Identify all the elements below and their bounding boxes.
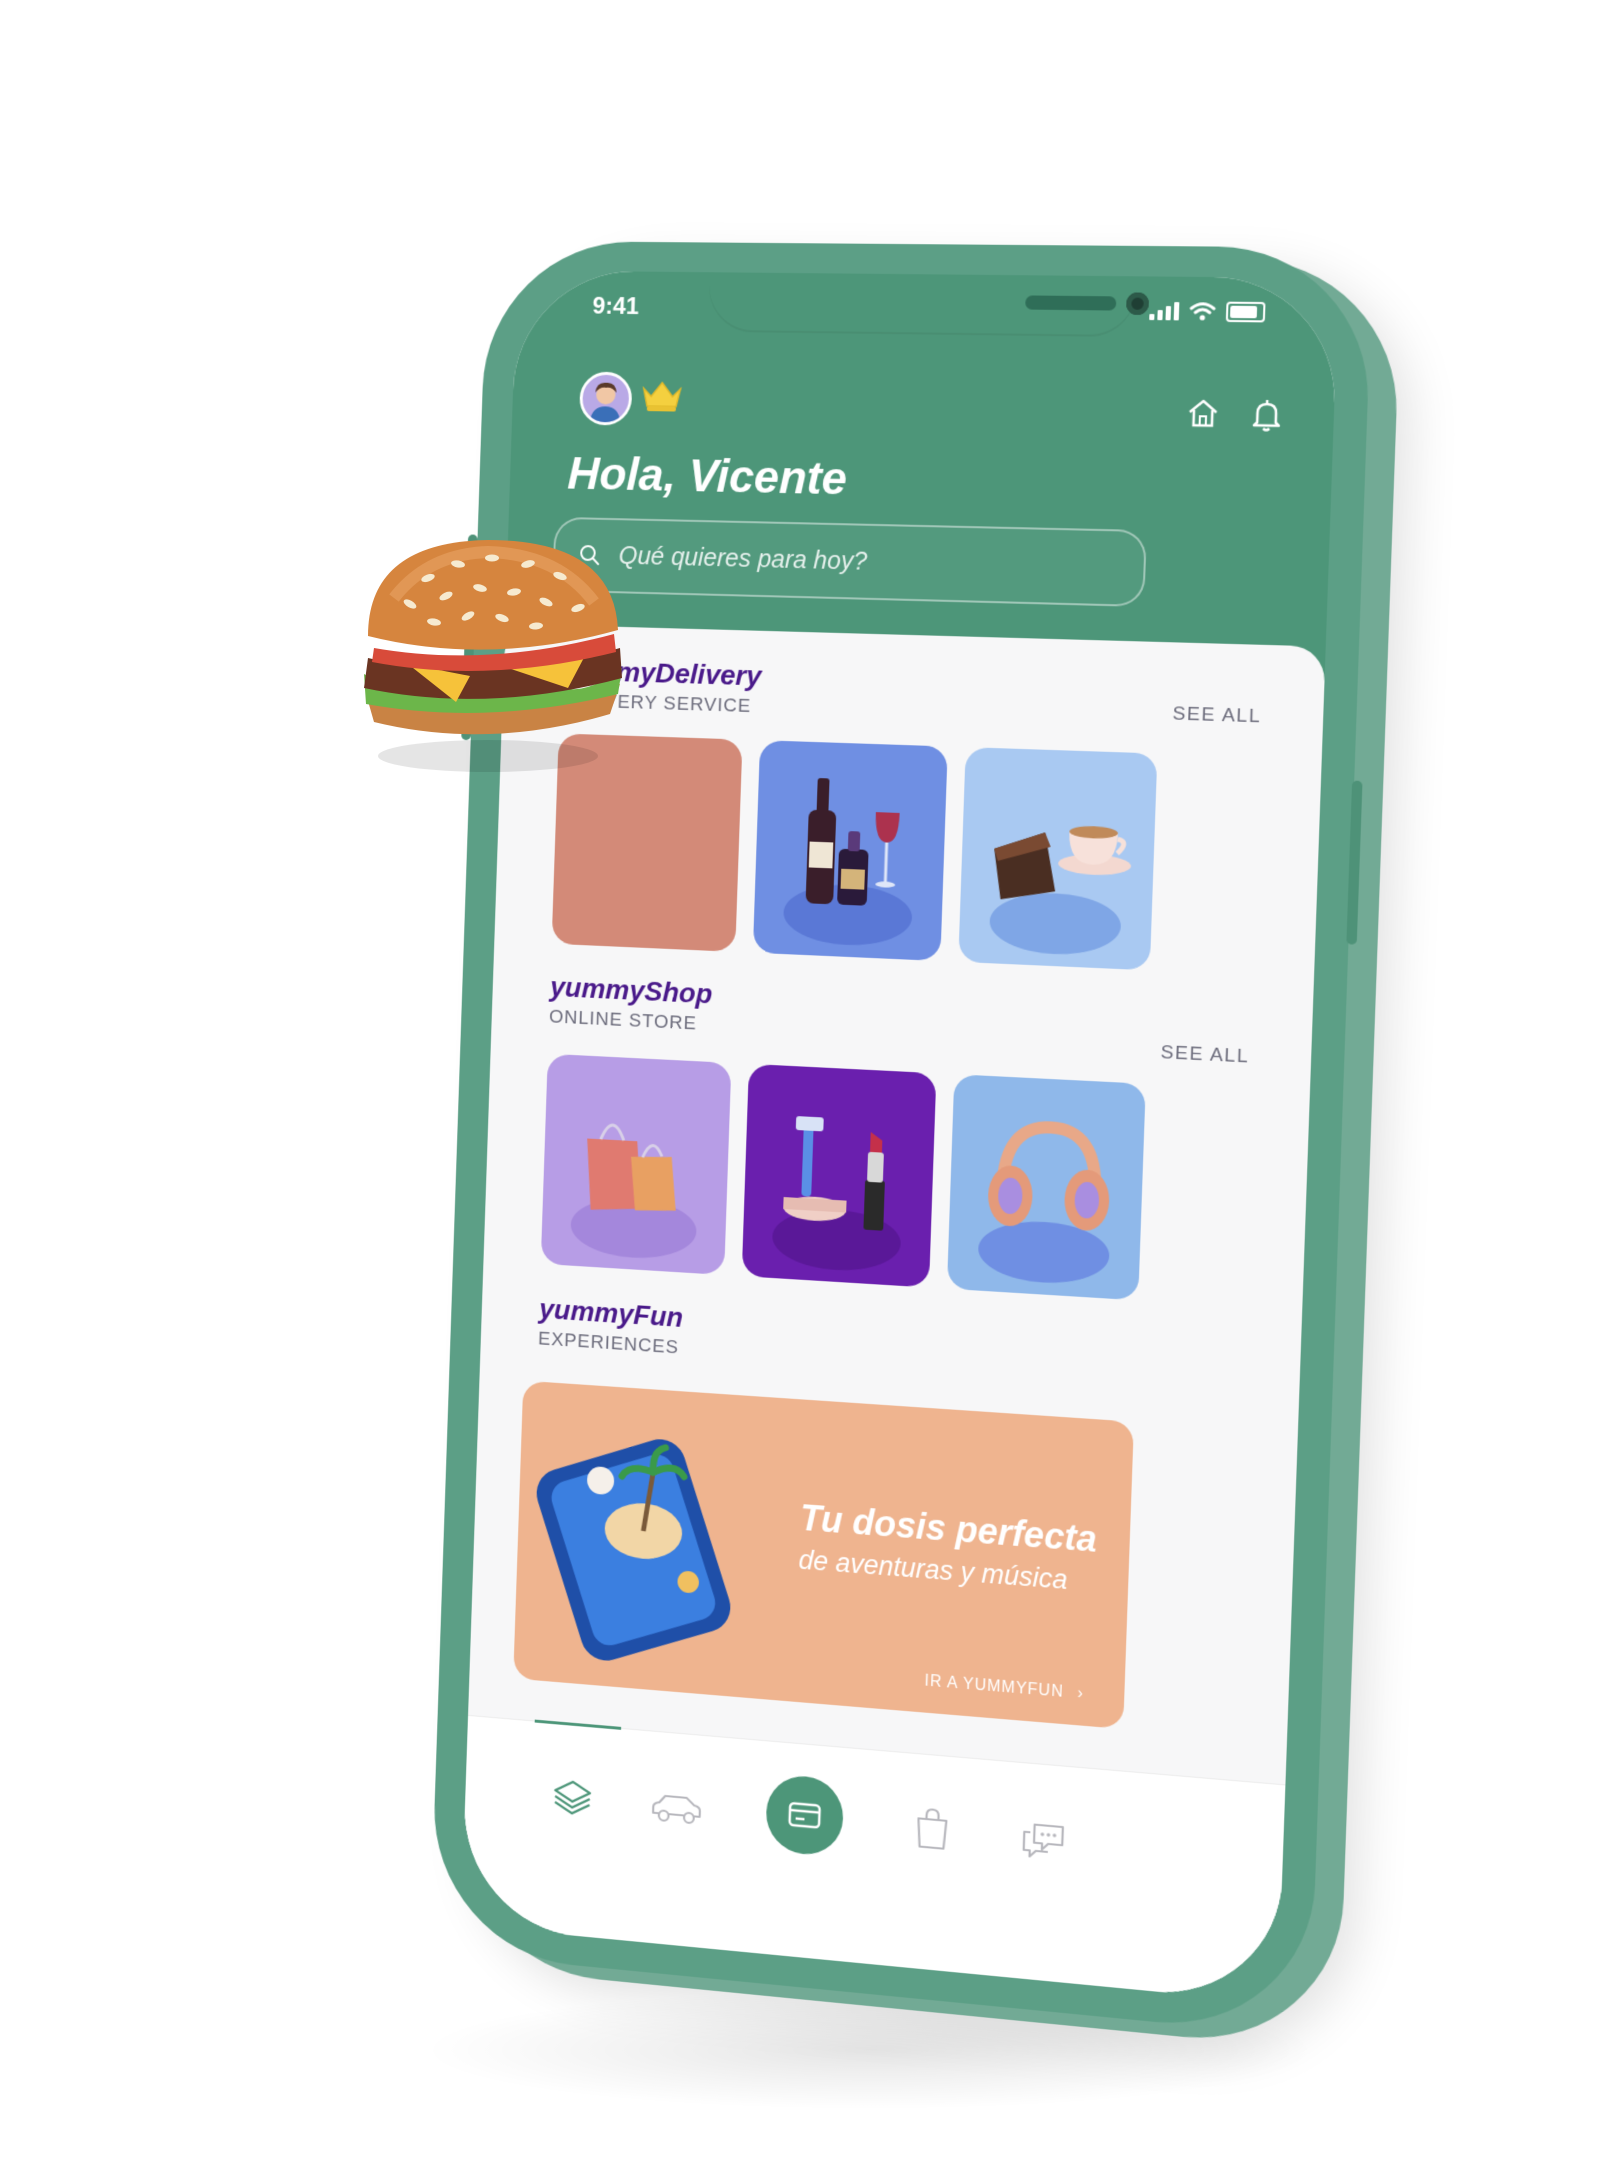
section-title-fun: yummyFun	[538, 1293, 684, 1333]
home-icon[interactable]	[1185, 397, 1221, 430]
crown-icon	[639, 378, 685, 412]
avatar-illustration	[589, 382, 621, 423]
shopping-bags-illustration	[584, 1099, 678, 1213]
burger-illustration	[364, 540, 622, 772]
section-title-shop: yummyShop	[549, 971, 713, 1010]
wifi-icon	[1189, 301, 1216, 321]
shop-card-beauty[interactable]	[741, 1063, 937, 1288]
cellular-icon	[1149, 302, 1180, 321]
cake-coffee-illustration	[992, 825, 1138, 902]
wine-bottles-illustration	[805, 778, 900, 906]
active-tab-indicator	[534, 1719, 622, 1730]
shopping-bag-icon[interactable]	[911, 1804, 952, 1854]
battery-icon	[1225, 301, 1266, 323]
speaker	[1025, 295, 1117, 311]
phone-mockup: 9:41 Hola, Vicente Qué quieres para hoy?…	[429, 240, 1374, 2038]
section-subtitle-shop: ONLINE STORE	[548, 1006, 698, 1035]
delivery-card-drinks[interactable]	[752, 740, 948, 962]
headphones-illustration	[977, 1110, 1123, 1232]
banner-cta-label: IR A YUMMYFUN	[924, 1672, 1065, 1701]
status-icons	[1149, 301, 1266, 323]
notch	[707, 272, 1150, 338]
bell-icon[interactable]	[1251, 398, 1283, 433]
yummyfun-banner[interactable]: Tu dosis perfecta de aventuras y música …	[513, 1380, 1134, 1730]
banner-cta-link[interactable]: IR A YUMMYFUN ›	[924, 1672, 1084, 1703]
shop-card-bags[interactable]	[540, 1053, 732, 1276]
greeting-title: Hola, Vicente	[566, 447, 848, 505]
beauty-products-illustration	[782, 1116, 885, 1231]
layers-icon[interactable]	[551, 1774, 595, 1821]
search-placeholder: Qué quieres para hoy?	[618, 541, 868, 576]
delivery-card-dessert[interactable]	[958, 747, 1158, 971]
section-subtitle-fun: EXPERIENCES	[537, 1328, 680, 1359]
see-all-delivery-link[interactable]: SEE ALL	[1172, 703, 1261, 728]
main-content: yummyDelivery DELIVERY SERVICE SEE ALL y…	[460, 623, 1326, 2004]
see-all-shop-link[interactable]: SEE ALL	[1160, 1042, 1249, 1069]
chat-icon[interactable]	[1017, 1815, 1069, 1864]
phone-beach-illustration	[530, 1405, 737, 1667]
status-time: 9:41	[592, 292, 640, 321]
wallet-tab-button[interactable]	[765, 1773, 845, 1858]
shop-card-headphones[interactable]	[946, 1074, 1146, 1301]
card-icon	[786, 1799, 822, 1832]
car-icon[interactable]	[649, 1789, 705, 1829]
chevron-right-icon: ›	[1077, 1684, 1085, 1703]
